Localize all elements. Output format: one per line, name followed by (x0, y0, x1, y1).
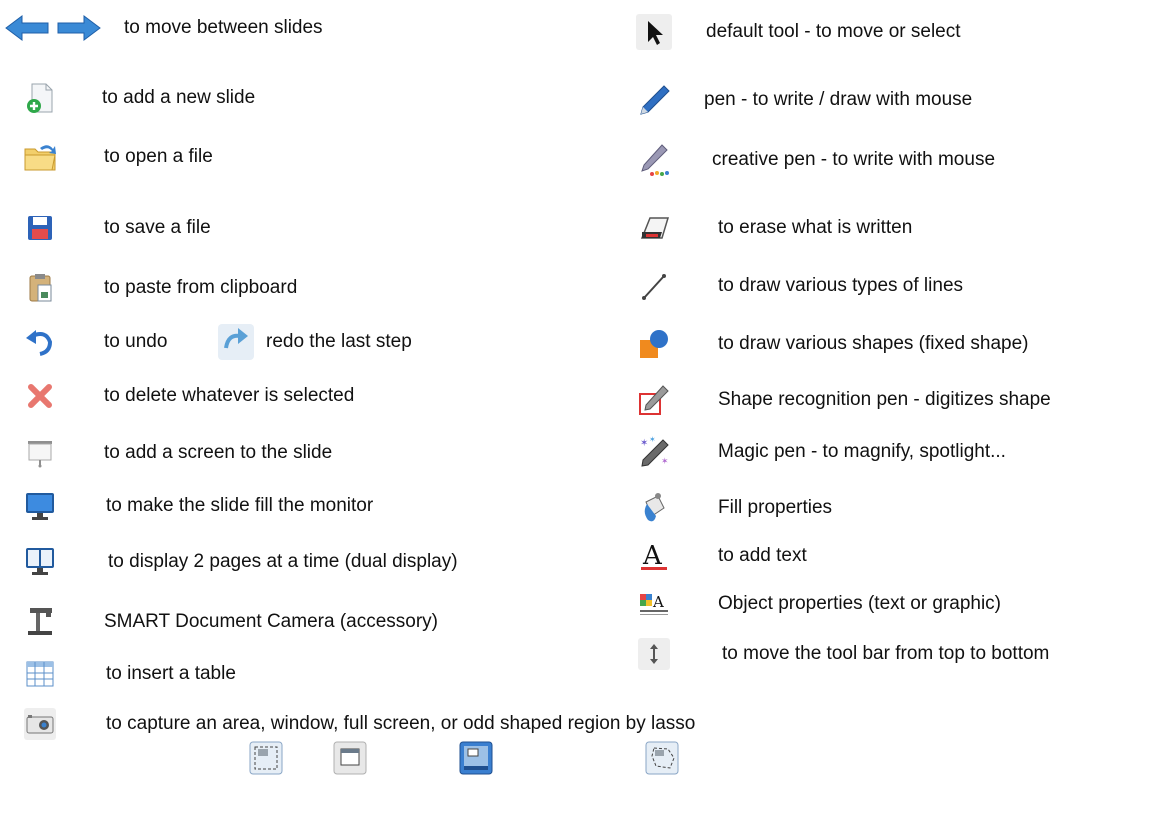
creative-pen-icon[interactable] (636, 142, 672, 178)
undo-icon[interactable] (22, 324, 58, 360)
magic-pen-icon[interactable]: ✶ ✶ ✶ (636, 434, 672, 470)
right-row-object-properties: A Object properties (text or graphic) (636, 586, 1176, 622)
svg-text:✶: ✶ (640, 438, 648, 449)
monitor-icon[interactable] (22, 488, 58, 524)
left-row-undo-redo: to undo redo the last step (22, 324, 562, 360)
right-row-eraser: to erase what is written (636, 210, 1176, 246)
capture-label: to capture an area, window, full screen,… (106, 713, 696, 734)
redo-icon[interactable] (218, 324, 254, 360)
left-row-add-screen: to add a screen to the slide (22, 435, 562, 471)
floppy-disk-icon[interactable] (22, 210, 58, 246)
move-toolbar-icon[interactable] (636, 636, 672, 672)
capture-row: to capture an area, window, full screen,… (22, 706, 842, 742)
right-row-default-tool: default tool - to move or select (636, 14, 1176, 50)
left-row-open-file: to open a file (22, 139, 562, 175)
capture-area-icon[interactable] (248, 740, 284, 776)
paste-clipboard-icon[interactable] (22, 270, 58, 306)
undo-label: to undo (104, 331, 168, 352)
fill-monitor-label: to make the slide fill the monitor (106, 495, 374, 516)
lines-label: to draw various types of lines (718, 275, 964, 296)
cursor-arrow-icon[interactable] (636, 14, 672, 50)
save-file-label: to save a file (104, 217, 211, 238)
eraser-icon[interactable] (636, 210, 672, 246)
right-row-magic-pen: ✶ ✶ ✶ Magic pen - to magnify, spotlight... (636, 434, 1176, 470)
right-row-shape-recognition: Shape recognition pen - digitizes shape (636, 382, 1176, 418)
left-row-insert-table: to insert a table (22, 656, 562, 692)
magic-pen-label: Magic pen - to magnify, spotlight... (718, 441, 1006, 462)
creative-pen-label: creative pen - to write with mouse (712, 149, 996, 170)
open-file-label: to open a file (104, 146, 213, 167)
right-row-lines: to draw various types of lines (636, 268, 1176, 304)
right-row-fill: Fill properties (636, 490, 1176, 526)
delete-label: to delete whatever is selected (104, 385, 355, 406)
document-camera-label: SMART Document Camera (accessory) (104, 611, 439, 632)
add-screen-label: to add a screen to the slide (104, 442, 333, 463)
table-icon[interactable] (22, 656, 58, 692)
right-row-pen: pen - to write / draw with mouse (636, 82, 1176, 118)
right-row-move-toolbar: to move the tool bar from top to bottom (636, 636, 1176, 672)
add-slide-icon[interactable] (22, 80, 58, 116)
pen-icon[interactable] (636, 82, 672, 118)
left-row-delete: to delete whatever is selected (22, 378, 562, 414)
text-tool-icon[interactable]: A (636, 538, 672, 574)
dual-display-label: to display 2 pages at a time (dual displ… (108, 551, 458, 572)
capture-fullscreen-icon[interactable] (458, 740, 494, 776)
shapes-label: to draw various shapes (fixed shape) (718, 333, 1029, 354)
delete-x-icon[interactable] (22, 378, 58, 414)
svg-text:A: A (642, 541, 663, 571)
left-row-move-slides: to move between slides (4, 10, 564, 46)
insert-table-label: to insert a table (106, 663, 236, 684)
move-slides-label: to move between slides (124, 17, 323, 38)
move-toolbar-label: to move the tool bar from top to bottom (722, 643, 1050, 664)
document-camera-icon[interactable] (22, 604, 58, 640)
right-row-creative-pen: creative pen - to write with mouse (636, 142, 1176, 178)
shapes-icon[interactable] (636, 326, 672, 362)
left-row-dual-display: to display 2 pages at a time (dual displ… (22, 544, 582, 580)
paste-label: to paste from clipboard (104, 277, 298, 298)
arrow-left-icon[interactable] (4, 10, 50, 46)
eraser-label: to erase what is written (718, 217, 913, 238)
line-tool-icon[interactable] (636, 268, 672, 304)
object-properties-label: Object properties (text or graphic) (718, 593, 1002, 614)
dual-display-icon[interactable] (22, 544, 58, 580)
left-row-document-camera: SMART Document Camera (accessory) (22, 604, 582, 640)
projection-screen-icon[interactable] (22, 435, 58, 471)
add-slide-label: to add a new slide (102, 87, 256, 108)
open-folder-icon[interactable] (22, 139, 58, 175)
default-tool-label: default tool - to move or select (706, 21, 961, 42)
left-row-save-file: to save a file (22, 210, 562, 246)
fill-bucket-icon[interactable] (636, 490, 672, 526)
object-properties-icon[interactable]: A (636, 586, 672, 622)
camera-icon[interactable] (22, 706, 58, 742)
arrow-right-icon[interactable] (56, 10, 102, 46)
shape-recognition-label: Shape recognition pen - digitizes shape (718, 389, 1051, 410)
capture-freehand-icon[interactable] (644, 740, 680, 776)
svg-text:✶: ✶ (649, 435, 656, 444)
left-row-paste: to paste from clipboard (22, 270, 562, 306)
right-row-shapes: to draw various shapes (fixed shape) (636, 326, 1176, 362)
left-row-add-slide: to add a new slide (22, 80, 562, 116)
pen-label: pen - to write / draw with mouse (704, 89, 973, 110)
svg-text:✶: ✶ (661, 457, 669, 467)
add-text-label: to add text (718, 545, 807, 566)
fill-properties-label: Fill properties (718, 497, 833, 518)
shape-recognition-pen-icon[interactable] (636, 382, 672, 418)
capture-window-icon[interactable] (332, 740, 368, 776)
redo-label: redo the last step (266, 331, 412, 352)
right-row-add-text: A to add text (636, 538, 1176, 574)
svg-text:A: A (652, 593, 664, 611)
left-row-fill-monitor: to make the slide fill the monitor (22, 488, 562, 524)
